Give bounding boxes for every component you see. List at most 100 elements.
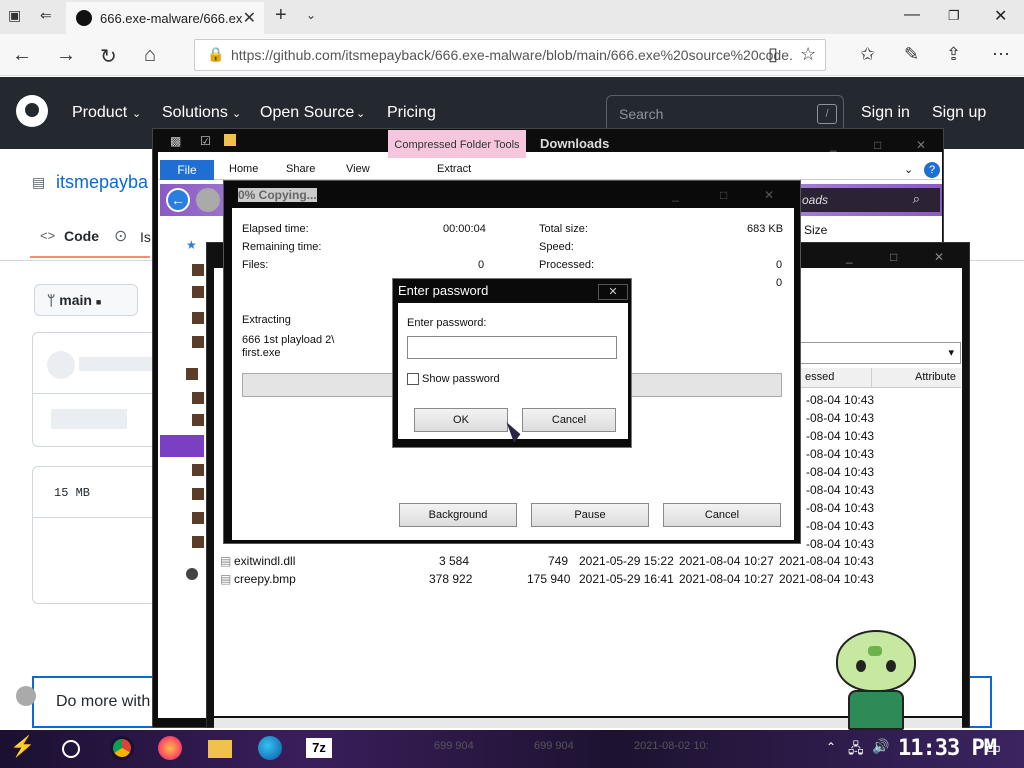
cancel-button[interactable]: Cancel — [522, 408, 616, 432]
nav-product[interactable]: Product — [72, 104, 127, 122]
folder-icon[interactable] — [224, 134, 236, 146]
close-icon[interactable]: ✕ — [934, 250, 944, 264]
folder-icon[interactable] — [192, 414, 204, 426]
minimize-icon[interactable]: _ — [846, 250, 853, 264]
folder-icon[interactable] — [192, 392, 204, 404]
search-icon[interactable] — [62, 740, 80, 758]
tab-set-aside-icon[interactable]: ⇐ — [40, 7, 52, 24]
nav-open-source[interactable]: Open Source — [260, 104, 354, 122]
notifications-icon[interactable]: ▭ — [986, 738, 1001, 758]
accessed-column-header[interactable]: essed — [805, 371, 834, 383]
lock-icon: 🔒 — [207, 46, 225, 62]
sign-up-link[interactable]: Sign up — [932, 104, 986, 122]
folder-icon[interactable] — [192, 264, 204, 276]
maximize-icon[interactable]: □ — [890, 250, 897, 264]
ribbon-share-tab[interactable]: Share — [286, 163, 315, 175]
ribbon-view-tab[interactable]: View — [346, 163, 370, 175]
cancel-copy-button[interactable]: Cancel — [663, 503, 781, 527]
nav-pricing[interactable]: Pricing — [387, 104, 436, 122]
7zip-taskbar-icon[interactable]: 7z — [306, 738, 332, 758]
new-tab-button[interactable]: + — [275, 4, 287, 27]
back-arrow-icon[interactable]: ← — [166, 188, 190, 212]
minimize-icon[interactable]: — — [904, 6, 920, 24]
show-password-label[interactable]: Show password — [422, 373, 500, 385]
restore-icon[interactable]: ❐ — [948, 8, 960, 24]
address-bar[interactable]: 🔒 https://github.com/itsmepayback/666.ex… — [194, 39, 826, 71]
ok-button[interactable]: OK — [414, 408, 508, 432]
favorites-hub-icon[interactable]: ✩ — [860, 44, 875, 65]
table-row[interactable]: ▤ exitwindl.dll 3 584 749 2021-05-29 15:… — [214, 552, 962, 570]
table-row[interactable]: ▤ creepy.bmp 378 922 175 940 2021-05-29 … — [214, 570, 962, 588]
attributes-column-header[interactable]: Attribute — [915, 371, 956, 383]
show-password-checkbox[interactable] — [407, 373, 419, 385]
chrome-icon[interactable] — [110, 736, 134, 760]
back-icon[interactable]: ← — [12, 44, 32, 67]
refresh-icon[interactable]: ↻ — [100, 44, 117, 69]
show-hidden-icons-icon[interactable]: ⌃ — [826, 740, 836, 754]
ribbon-extract-tab[interactable]: Extract — [437, 163, 471, 175]
close-icon[interactable]: ✕ — [916, 138, 926, 152]
close-tab-icon[interactable]: ✕ — [243, 8, 256, 28]
quick-access-star-icon[interactable]: ★ — [186, 238, 197, 252]
firefox-icon[interactable] — [158, 736, 182, 760]
explorer-search-box[interactable]: oads ⌕ — [800, 188, 940, 212]
gem-icon — [868, 646, 882, 656]
explorer-title: Downloads — [540, 136, 610, 151]
close-icon[interactable]: ✕ — [764, 188, 774, 202]
ribbon-file-tab[interactable]: File — [160, 160, 214, 180]
pause-button[interactable]: Pause — [531, 503, 649, 527]
accessed-time: -08-04 10:43 — [806, 537, 875, 551]
home-icon[interactable]: ⌂ — [144, 44, 156, 67]
selected-nav-item[interactable] — [160, 435, 204, 457]
minimize-icon[interactable]: _ — [672, 188, 679, 202]
minimize-icon[interactable]: _ — [830, 138, 837, 152]
pen-icon[interactable]: ✎ — [904, 44, 919, 65]
accessed-time: -08-04 10:43 — [806, 465, 875, 479]
clock[interactable]: 11:33 PM — [898, 736, 997, 761]
folder-icon[interactable] — [192, 488, 204, 500]
browser-tab[interactable]: 666.exe-malware/666.ex ✕ — [66, 2, 264, 34]
nav-solutions[interactable]: Solutions — [162, 104, 228, 122]
tab-issues[interactable]: Is — [140, 229, 151, 245]
chevron-down-icon[interactable]: ⌄ — [904, 163, 913, 176]
network-icon[interactable]: 🖧 — [848, 738, 864, 762]
maximize-icon[interactable]: □ — [874, 138, 881, 152]
file-explorer-icon[interactable] — [208, 740, 232, 758]
repo-owner-link[interactable]: itsmepayba — [56, 172, 148, 193]
file-name: creepy.bmp — [234, 572, 296, 586]
reading-view-icon[interactable]: ▯ — [768, 44, 778, 65]
favorite-star-icon[interactable]: ☆ — [800, 44, 816, 65]
close-window-icon[interactable]: ✕ — [994, 6, 1007, 26]
close-icon[interactable]: ✕ — [598, 284, 628, 300]
folder-icon[interactable] — [192, 336, 204, 348]
folder-icon[interactable] — [186, 368, 198, 380]
folder-icon[interactable] — [192, 512, 204, 524]
branch-select[interactable]: ᛘ main ■ — [34, 284, 138, 316]
volume-icon[interactable]: 🔊 — [872, 738, 889, 755]
folder-icon[interactable] — [192, 464, 204, 476]
tab-actions-icon[interactable]: ▣ — [8, 7, 21, 24]
size-column-header[interactable]: Size — [804, 223, 827, 237]
forward-icon[interactable]: → — [56, 44, 76, 67]
edge-icon[interactable] — [258, 736, 282, 760]
sign-in-link[interactable]: Sign in — [861, 104, 910, 122]
properties-icon[interactable]: ☑ — [200, 134, 211, 148]
share-icon[interactable]: ⇪ — [946, 44, 961, 65]
tab-list-chevron-icon[interactable]: ⌄ — [306, 8, 316, 22]
ribbon-home-tab[interactable]: Home — [229, 163, 258, 175]
folder-icon[interactable] — [192, 286, 204, 298]
password-input[interactable] — [407, 336, 617, 359]
more-icon[interactable]: ⋯ — [992, 44, 1010, 65]
background-button[interactable]: Background — [399, 503, 517, 527]
github-logo-icon[interactable] — [16, 95, 48, 127]
tab-code[interactable]: Code — [64, 228, 99, 244]
folder-icon[interactable] — [192, 312, 204, 324]
help-icon[interactable]: ? — [924, 162, 940, 178]
forward-arrow-icon[interactable] — [196, 188, 220, 212]
maximize-icon[interactable]: □ — [720, 188, 727, 202]
path-combo[interactable]: ▾ — [795, 342, 961, 364]
disc-icon[interactable] — [186, 568, 198, 580]
compressed-folder-tools-tab[interactable]: Compressed Folder Tools — [388, 130, 526, 160]
folder-icon[interactable] — [192, 536, 204, 548]
start-icon[interactable]: ⚡ — [10, 734, 35, 759]
